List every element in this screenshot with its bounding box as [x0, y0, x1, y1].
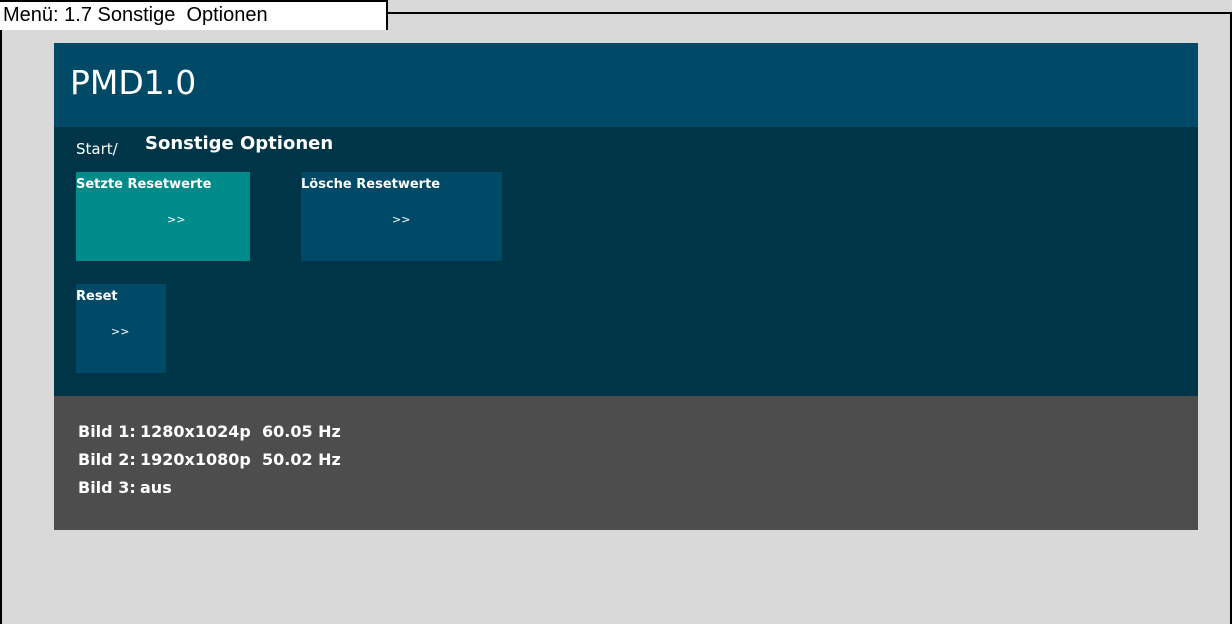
main-content: Start/ Sonstige Optionen Setzte Resetwer…: [54, 127, 1198, 396]
status-key: Bild 2:: [78, 450, 136, 469]
status-key: Bild 3:: [78, 478, 136, 497]
status-panel: Bild 1: 1280x1024p 60.05 Hz Bild 2: 1920x1…: [54, 396, 1198, 530]
tile-label: Setzte Resetwerte: [76, 177, 212, 192]
app-window: PMD1.0 Start/ Sonstige Optionen Setzte R…: [54, 43, 1198, 530]
status-row-bild-1: Bild 1: 1280x1024p 60.05 Hz: [78, 421, 341, 443]
status-row-bild-2: Bild 2: 1920x1080p 50.02 Hz: [78, 449, 341, 471]
tile-setzte-resetwerte[interactable]: Setzte Resetwerte >>: [76, 172, 250, 261]
app-header: PMD1.0: [54, 43, 1198, 127]
page-title: Sonstige Optionen: [145, 133, 334, 154]
status-row-bild-3: Bild 3: aus: [78, 477, 172, 499]
status-value: aus: [140, 478, 172, 497]
tile-arrow: >>: [167, 213, 186, 226]
status-value: 1280x1024p 60.05 Hz: [140, 422, 341, 441]
tile-label: Lösche Resetwerte: [301, 177, 441, 192]
status-value: 1920x1080p 50.02 Hz: [140, 450, 341, 469]
tile-arrow: >>: [111, 325, 130, 338]
breadcrumb-start-link[interactable]: Start/: [76, 140, 118, 158]
app-title: PMD1.0: [70, 63, 197, 102]
tile-arrow: >>: [392, 213, 411, 226]
tile-label: Reset: [76, 289, 118, 304]
tile-loesche-resetwerte[interactable]: Lösche Resetwerte >>: [301, 172, 502, 261]
menu-caption: Menü: 1.7 Sonstige Optionen: [0, 0, 388, 30]
tile-reset[interactable]: Reset >>: [76, 284, 166, 373]
status-key: Bild 1:: [78, 422, 136, 441]
